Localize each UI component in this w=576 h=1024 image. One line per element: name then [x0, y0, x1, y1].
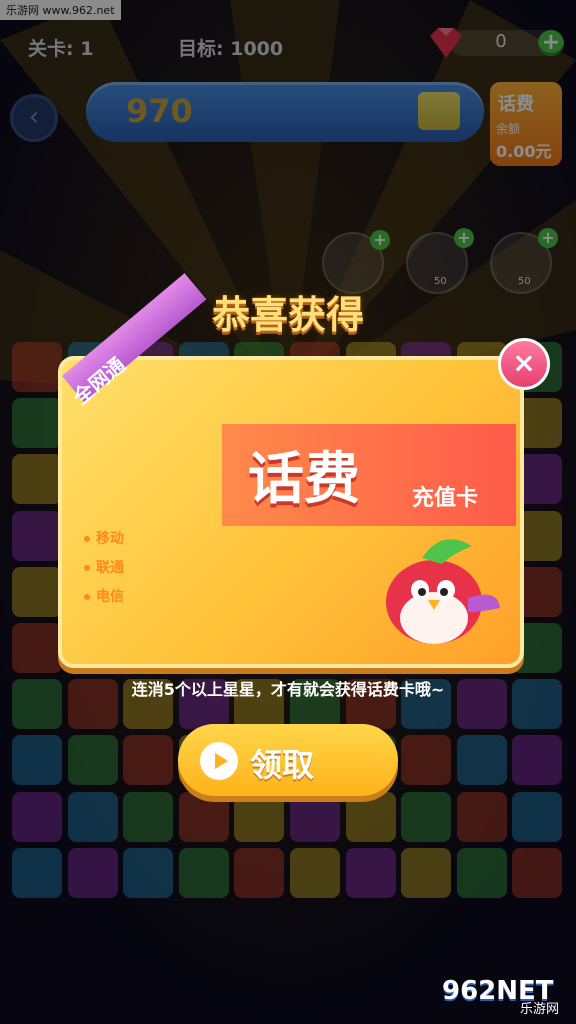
bullet-icon — [84, 536, 90, 542]
bird-mascot-icon — [386, 539, 500, 644]
popup-title: 恭喜获得 — [211, 293, 364, 337]
claim-button-label: 领取 — [250, 746, 315, 784]
carrier-telecom: 电信 — [96, 589, 124, 605]
prize-subtitle: 充值卡 — [412, 486, 479, 511]
brand-subtitle: 乐游网 — [520, 1002, 560, 1017]
hint-text: 连消5个以上星星，才有就会获得话费卡哦~ — [131, 680, 445, 699]
bullet-icon — [84, 565, 90, 571]
carrier-mobile: 移动 — [96, 531, 124, 547]
close-button[interactable]: × — [498, 338, 550, 390]
play-icon — [200, 742, 238, 780]
bullet-icon — [84, 594, 90, 600]
carrier-unicom: 联通 — [96, 560, 124, 576]
prize-title: 话费 — [248, 447, 360, 512]
